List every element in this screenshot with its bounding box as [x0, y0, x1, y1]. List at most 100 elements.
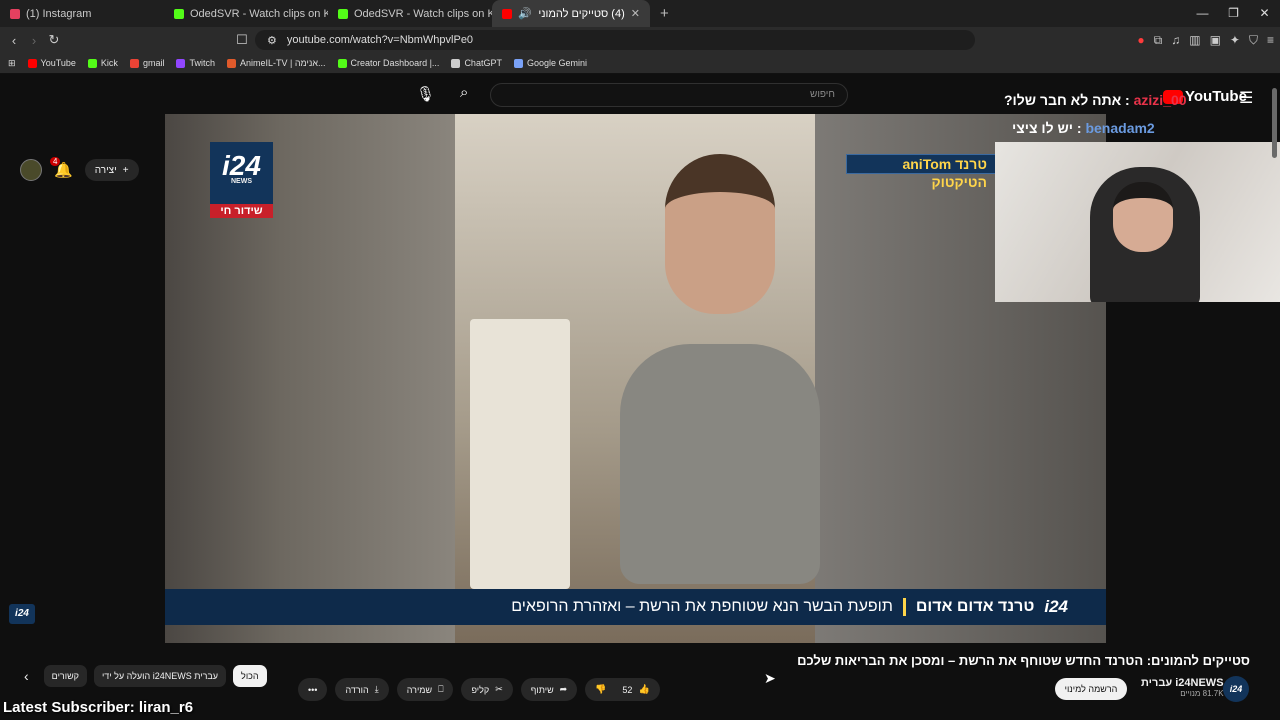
bookmark-youtube[interactable]: YouTube	[27, 58, 76, 68]
extension-area: ● ⧉ ♫ ▥ ▣ ✦ ⛉ ≡	[1137, 27, 1274, 53]
notifications-icon[interactable]: 🔔 4	[50, 157, 73, 179]
latest-subscriber-overlay: Latest Subscriber: liran_r6	[3, 699, 194, 716]
chevron-left-icon[interactable]: ‹	[24, 668, 29, 684]
tab-title: (4) סטייקים להמונים: הטרנד	[538, 7, 625, 20]
scrollbar[interactable]	[1272, 88, 1277, 158]
bookmark-gmail[interactable]: gmail	[129, 58, 165, 68]
notification-badge: 4	[50, 157, 61, 166]
close-window-icon[interactable]: ✕	[1249, 0, 1280, 27]
bookmark-gemini[interactable]: Google Gemini	[513, 58, 587, 68]
logo-sub: NEWS	[231, 178, 252, 185]
chatgpt-icon	[451, 58, 461, 68]
streamer-webcam	[995, 142, 1280, 302]
tab-youtube-active[interactable]: 🔊 (4) סטייקים להמונים: הטרנד ✕	[492, 0, 650, 27]
kick-icon	[174, 8, 184, 19]
browser-menu-icon[interactable]: ≡	[1267, 33, 1274, 47]
music-icon[interactable]: ♫	[1171, 33, 1180, 47]
clip-button[interactable]: קליפ ✂	[461, 678, 513, 701]
video-fridge-shape	[470, 319, 570, 589]
search-icon[interactable]: ⌕	[460, 84, 468, 101]
extensions-icon[interactable]: ⧉	[1154, 33, 1163, 48]
chat-username: benadam2	[1085, 120, 1155, 136]
speaker-icon[interactable]: 🔊	[518, 7, 532, 20]
tab-kick-1[interactable]: OdedSVR - Watch clips on Kick	[164, 0, 328, 27]
bookmark-creator-dashboard[interactable]: Creator Dashboard |...	[337, 58, 440, 68]
more-icon: •••	[308, 684, 318, 695]
bookmark-icon[interactable]: ☐	[232, 32, 252, 48]
minimize-icon[interactable]: —	[1187, 0, 1218, 27]
ai-icon[interactable]: ✦	[1230, 33, 1240, 47]
chip-related[interactable]: קשורים	[43, 665, 87, 687]
microphone-icon[interactable]: 🎙	[416, 85, 435, 103]
bookmark-label: Twitch	[189, 58, 215, 68]
browser-tab-bar: (1) Instagram OdedSVR - Watch clips on K…	[0, 0, 1280, 27]
channel-avatar[interactable]: i24	[1223, 676, 1249, 702]
new-tab-button[interactable]: +	[650, 5, 679, 22]
video-player[interactable]: i24 NEWS שידור חי aniTom טרנד הטיקטוק תו…	[165, 114, 1106, 643]
back-icon[interactable]: ‹	[4, 33, 24, 48]
save-button[interactable]: שמירה ⎕	[396, 678, 454, 701]
site-info-icon[interactable]: ⚙	[267, 34, 277, 47]
record-icon[interactable]: ●	[1137, 33, 1144, 47]
maximize-icon[interactable]: ❐	[1218, 0, 1249, 27]
create-label: יצירה	[94, 164, 117, 176]
related-chips: ‹ קשורים הועלה על ידי i24NEWS עברית הכול	[24, 665, 267, 687]
share-button[interactable]: שיתוף ➦	[520, 678, 578, 701]
bookmark-label: gmail	[142, 58, 165, 68]
download-button[interactable]: הורדה ⤓	[335, 678, 389, 701]
bookmark-label: ChatGPT	[464, 58, 502, 68]
plus-icon: +	[122, 164, 129, 176]
like-icon[interactable]: 👍	[638, 684, 649, 695]
video-person-body	[620, 344, 820, 584]
share-label: שיתוף	[530, 684, 554, 695]
bookmark-animeil[interactable]: AnimeIL-TV | אנימה...	[226, 58, 326, 68]
avatar[interactable]	[20, 159, 42, 181]
gmail-icon	[129, 58, 139, 68]
i24-news-logo: i24 NEWS שידור חי	[210, 142, 273, 218]
gemini-icon	[513, 58, 523, 68]
wallet-icon[interactable]: ▣	[1210, 33, 1221, 47]
bookmark-label: Creator Dashboard |...	[350, 58, 440, 68]
tiktok-tag: aniTom טרנד הטיקטוק	[846, 154, 996, 190]
channel-info[interactable]: i24NEWS עברית 81.7K מנויים	[1141, 677, 1224, 698]
header-left-controls: 🔔 4 יצירה +	[20, 157, 139, 181]
close-tab-icon[interactable]: ✕	[631, 7, 640, 20]
scissors-icon: ✂	[495, 684, 503, 694]
youtube-icon	[502, 8, 512, 19]
apps-grid-icon[interactable]: ⊞	[8, 58, 16, 69]
bookmark-twitch[interactable]: Twitch	[176, 58, 215, 68]
subscribe-button[interactable]: הרשמה למינוי	[1055, 678, 1127, 700]
chat-message: azizi_00 : אתה לא חבר שלו?	[1004, 92, 1187, 108]
subscriber-count: 81.7K מנויים	[1180, 689, 1224, 698]
chip-all[interactable]: הכול	[233, 665, 267, 687]
search-placeholder: חיפוש	[810, 89, 835, 100]
url-field[interactable]: ⚙ youtube.com/watch?v=NbmWhpvlPe0	[255, 30, 975, 50]
chat-text: יש לו ציצי	[1012, 120, 1074, 136]
create-button[interactable]: יצירה +	[84, 159, 139, 181]
more-actions-button[interactable]: •••	[298, 678, 328, 701]
shield-icon[interactable]: ⛉	[1249, 33, 1258, 48]
i24-watermark: i24	[9, 604, 35, 624]
reload-icon[interactable]: ↻	[44, 32, 64, 48]
tab-title: OdedSVR - Watch clips on Kick	[354, 7, 492, 20]
chip-uploaded-by[interactable]: הועלה על ידי i24NEWS עברית	[93, 665, 227, 687]
video-title: סטייקים להמונים: הטרנד החדש שטוחף את הרש…	[797, 653, 1250, 668]
like-count: 52	[622, 684, 633, 695]
instagram-icon	[10, 8, 20, 19]
live-badge: שידור חי	[210, 204, 273, 218]
dislike-icon[interactable]: 👎	[595, 684, 606, 695]
ticker-separator	[902, 598, 906, 616]
sidebar-icon[interactable]: ▥	[1189, 33, 1200, 47]
bookmark-kick[interactable]: Kick	[87, 58, 118, 68]
address-bar: ‹ › ↻ ☐ ⚙ youtube.com/watch?v=NbmWhpvlPe…	[0, 27, 1280, 53]
video-person-head	[665, 154, 775, 314]
tab-kick-2[interactable]: OdedSVR - Watch clips on Kick	[328, 0, 492, 27]
tab-instagram[interactable]: (1) Instagram	[0, 0, 164, 27]
hamburger-menu-icon[interactable]: ☰	[1239, 88, 1253, 108]
forward-icon[interactable]: ›	[24, 33, 44, 48]
bookmark-chatgpt[interactable]: ChatGPT	[451, 58, 502, 68]
chat-text: אתה לא חבר שלו?	[1004, 92, 1122, 108]
search-input[interactable]: חיפוש	[490, 83, 848, 107]
download-icon: ⤓	[374, 684, 379, 694]
download-label: הורדה	[345, 684, 369, 695]
